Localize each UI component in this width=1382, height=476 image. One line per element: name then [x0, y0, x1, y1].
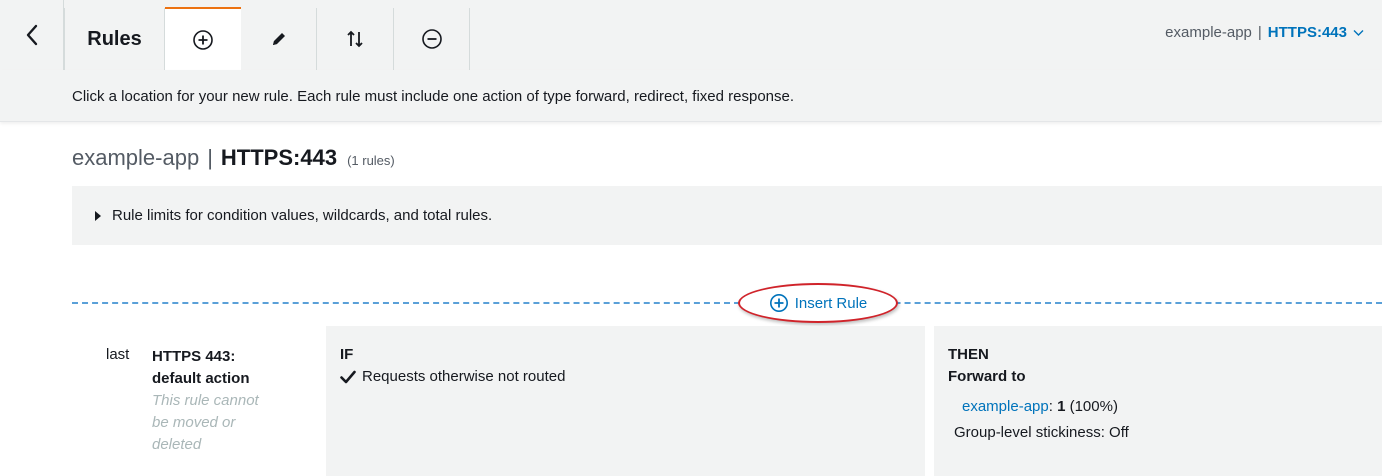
rule-note-line1: This rule cannot — [152, 392, 259, 409]
then-label: THEN — [948, 346, 989, 363]
reorder-arrows-icon — [347, 30, 363, 48]
instruction-text: Click a location for your new rule. Each… — [72, 88, 795, 105]
reorder-rules-button[interactable] — [317, 8, 394, 70]
if-label: IF — [340, 346, 354, 363]
target-group-link[interactable]: example-app — [962, 398, 1049, 415]
tab-rules-label: Rules — [87, 27, 142, 50]
rule-name: HTTPS 443: default action This rule cann… — [152, 346, 312, 456]
plus-circle-icon — [769, 294, 788, 312]
rule-name-line2: default action — [152, 370, 250, 387]
caret-right-icon — [95, 210, 101, 221]
condition-text: Requests otherwise not routed — [362, 368, 566, 385]
target-weight-prefix: : — [1048, 398, 1053, 415]
listener-selector[interactable]: example-app | HTTPS:443 — [1165, 24, 1364, 41]
instruction-bar: Click a location for your new rule. Each… — [0, 70, 1382, 122]
rule-row: last HTTPS 443: default action This rule… — [72, 326, 1382, 476]
forward-target: example-app: 1 (100%) — [962, 398, 1118, 415]
checkmark-icon — [340, 370, 356, 383]
delete-rules-button[interactable] — [394, 8, 470, 70]
rule-note-line3: deleted — [152, 436, 202, 453]
tab-rules[interactable]: Rules — [64, 8, 165, 70]
rule-name-line1: HTTPS 443: — [152, 348, 236, 365]
rule-limits-label: Rule limits for condition values, wildca… — [112, 207, 493, 224]
rule-actions: THEN Forward to example-app: 1 (100%) Gr… — [934, 326, 1382, 476]
rule-limits-expander[interactable]: Rule limits for condition values, wildca… — [72, 186, 1382, 245]
chevron-down-icon — [1353, 29, 1364, 36]
condition-item: Requests otherwise not routed — [340, 368, 565, 385]
action-type: Forward to — [948, 368, 1026, 385]
rule-conditions: IF Requests otherwise not routed — [326, 326, 925, 476]
chevron-left-icon — [26, 24, 37, 46]
edit-rules-button[interactable] — [241, 8, 317, 70]
toolbar: Rules example-app | HTTPS:443 — [0, 0, 1382, 71]
stickiness-status: Group-level stickiness: Off — [954, 424, 1129, 441]
insert-location-line[interactable] — [72, 302, 1382, 304]
rule-count: (1 rules) — [347, 153, 395, 168]
insert-rule-button[interactable]: Insert Rule — [738, 283, 898, 323]
add-rules-button[interactable] — [165, 7, 241, 71]
insert-rule-label: Insert Rule — [794, 294, 868, 312]
context-load-balancer: example-app — [1165, 24, 1252, 41]
title-listener: HTTPS:443 — [220, 145, 338, 170]
context-listener: HTTPS:443 — [1267, 24, 1347, 41]
title-separator: | — [207, 145, 213, 170]
pencil-icon — [272, 33, 285, 45]
context-separator: | — [1257, 24, 1262, 41]
target-percent: (100%) — [1069, 398, 1118, 415]
back-button[interactable] — [0, 0, 64, 70]
title-load-balancer: example-app — [72, 145, 200, 170]
target-weight: 1 — [1057, 398, 1066, 415]
plus-circle-icon — [193, 30, 213, 50]
rule-priority: last — [106, 346, 130, 363]
minus-circle-icon — [421, 29, 442, 49]
rule-note-line2: be moved or — [152, 414, 236, 431]
page-title: example-app | HTTPS:443 (1 rules) — [72, 145, 395, 171]
